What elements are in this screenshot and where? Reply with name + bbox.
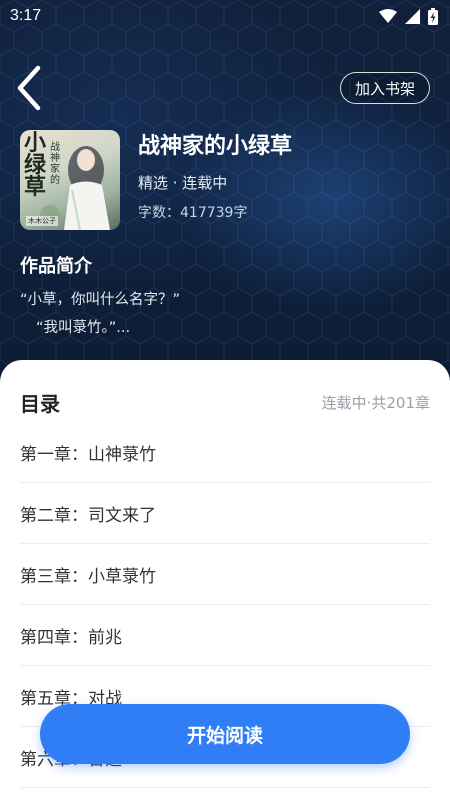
signal-icon	[405, 8, 420, 24]
wifi-icon	[379, 9, 397, 23]
status-bar: 3:17	[0, 0, 450, 32]
toc-status[interactable]: 连载中·共201章	[322, 392, 430, 413]
chapter-item[interactable]: 第四章：前兆	[20, 605, 430, 666]
chapter-item[interactable]: 第一章：山神菉竹	[20, 422, 430, 483]
chapter-item[interactable]: 第三章：小草菉竹	[20, 544, 430, 605]
book-header: 3:17 加入书架 小绿草 战神家的 木木公子 战神家的小绿草 精选 · 连载中…	[0, 0, 450, 400]
add-to-shelf-button[interactable]: 加入书架	[340, 72, 430, 104]
cover-subtitle-text: 战神家的	[50, 142, 60, 186]
cover-title-text: 小绿草	[24, 130, 47, 200]
intro-text-line: “小草，你叫什么名字？”	[20, 292, 181, 308]
status-time: 3:17	[10, 7, 42, 24]
chapter-item[interactable]: 第二章：司文来了	[20, 483, 430, 544]
battery-icon	[428, 7, 438, 25]
status-icons	[379, 7, 438, 25]
back-button[interactable]	[12, 64, 46, 112]
intro-heading: 作品简介	[20, 256, 92, 277]
intro-text-line: “我叫菉竹。”...	[36, 320, 131, 336]
book-cover[interactable]: 小绿草 战神家的 木木公子	[20, 130, 120, 230]
start-reading-button[interactable]: 开始阅读	[40, 704, 410, 764]
word-count: 字数：417739字	[138, 205, 248, 221]
book-meta: 精选 · 连载中	[138, 174, 228, 192]
cover-author-text: 木木公子	[26, 216, 58, 226]
toc-title: 目录	[20, 392, 60, 416]
book-title: 战神家的小绿草	[138, 134, 293, 159]
chevron-left-icon	[17, 65, 41, 111]
